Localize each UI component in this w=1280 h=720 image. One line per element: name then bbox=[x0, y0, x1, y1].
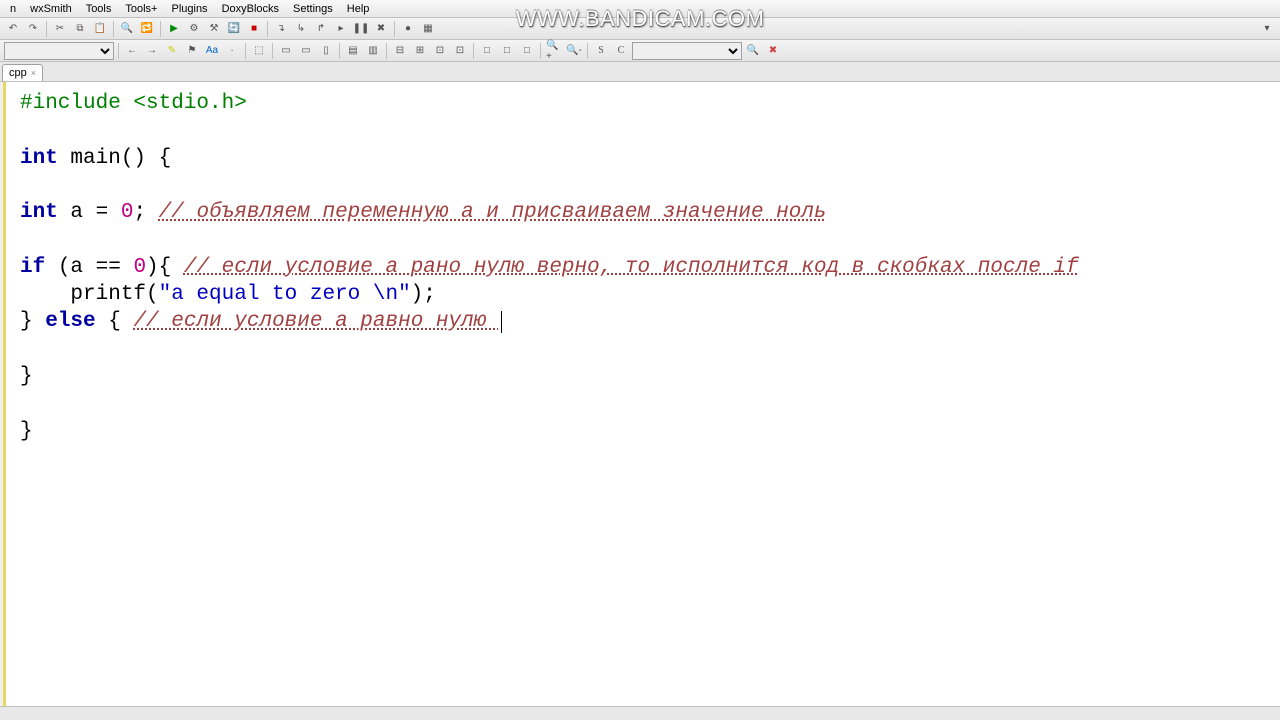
tab-bar: cpp × bbox=[0, 62, 1280, 82]
search-icon[interactable]: 🔍 bbox=[744, 42, 762, 60]
zoom-in-icon[interactable]: 🔍+ bbox=[545, 42, 563, 60]
menu-item-toolsplus[interactable]: Tools+ bbox=[119, 2, 163, 16]
paste-icon[interactable]: 📋 bbox=[91, 20, 109, 38]
stop-icon[interactable]: ■ bbox=[245, 20, 263, 38]
settings-icon[interactable]: ✖ bbox=[764, 42, 782, 60]
bookmark-icon[interactable]: ⚑ bbox=[183, 42, 201, 60]
undo-icon[interactable]: ↶ bbox=[4, 20, 22, 38]
menu-item-tools[interactable]: Tools bbox=[80, 2, 118, 16]
find-icon[interactable]: 🔍 bbox=[118, 20, 136, 38]
code-kw-int1: int bbox=[20, 147, 58, 170]
code-area[interactable]: #include <stdio.h> int main() { int a = … bbox=[0, 82, 1280, 453]
menu-item-wxsmith[interactable]: wxSmith bbox=[24, 2, 78, 16]
zoom-out-icon[interactable]: 🔍- bbox=[565, 42, 583, 60]
menu-item-plugins[interactable]: Plugins bbox=[165, 2, 213, 16]
highlight-icon[interactable]: ✎ bbox=[163, 42, 181, 60]
replace-icon[interactable]: 🔁 bbox=[138, 20, 156, 38]
code-editor[interactable]: #include <stdio.h> int main() { int a = … bbox=[0, 82, 1280, 706]
box1-icon[interactable]: □ bbox=[478, 42, 496, 60]
code-kw-else: else bbox=[45, 310, 95, 333]
code-line-13: } bbox=[20, 420, 33, 443]
step-out-icon[interactable]: ↱ bbox=[312, 20, 330, 38]
cut-icon[interactable]: ✂ bbox=[51, 20, 69, 38]
code-line-11: } bbox=[20, 365, 33, 388]
block-comment-icon[interactable]: ▯ bbox=[317, 42, 335, 60]
menu-item-0[interactable]: n bbox=[4, 2, 22, 16]
window-icon[interactable]: ▦ bbox=[419, 20, 437, 38]
match-icon[interactable]: ∙ bbox=[223, 42, 241, 60]
code-string: "a equal to zero \n" bbox=[159, 283, 411, 306]
tab-close-icon[interactable]: × bbox=[31, 68, 36, 78]
rebuild-icon[interactable]: 🔄 bbox=[225, 20, 243, 38]
code-kw-if: if bbox=[20, 256, 45, 279]
build-run-icon[interactable]: ⚙ bbox=[185, 20, 203, 38]
build-icon[interactable]: ⚒ bbox=[205, 20, 223, 38]
select-icon[interactable]: ⬚ bbox=[250, 42, 268, 60]
code-kw-int2: int bbox=[20, 201, 58, 224]
dropdown-icon[interactable]: ▾ bbox=[1258, 20, 1276, 38]
code-line-1: #include <stdio.h> bbox=[20, 92, 247, 115]
menu-item-doxyblocks[interactable]: DoxyBlocks bbox=[216, 2, 285, 16]
menu-item-help[interactable]: Help bbox=[341, 2, 376, 16]
code-comment-1: // объявляем переменную а и присваиваем … bbox=[159, 201, 827, 224]
status-bar bbox=[0, 706, 1280, 720]
box3-icon[interactable]: □ bbox=[518, 42, 536, 60]
symbol-select[interactable] bbox=[632, 42, 742, 60]
unfold-all-icon[interactable]: ⊡ bbox=[451, 42, 469, 60]
fold-icon[interactable]: ⊟ bbox=[391, 42, 409, 60]
file-tab[interactable]: cpp × bbox=[2, 64, 43, 81]
toolbar-2: ← → ✎ ⚑ Aa ∙ ⬚ ▭ ▭ ▯ ▤ ▥ ⊟ ⊞ ⊡ ⊡ □ □ □ 🔍… bbox=[0, 40, 1280, 62]
step-over-icon[interactable]: ↴ bbox=[272, 20, 290, 38]
comment-icon[interactable]: ▭ bbox=[277, 42, 295, 60]
c-icon[interactable]: C bbox=[612, 42, 630, 60]
copy-icon[interactable]: ⧉ bbox=[71, 20, 89, 38]
unfold-icon[interactable]: ⊞ bbox=[411, 42, 429, 60]
toggle-breakpoint-icon[interactable]: ● bbox=[399, 20, 417, 38]
pause-icon[interactable]: ❚❚ bbox=[352, 20, 370, 38]
indent-icon[interactable]: ▤ bbox=[344, 42, 362, 60]
continue-icon[interactable]: ▸ bbox=[332, 20, 350, 38]
run-icon[interactable]: ▶ bbox=[165, 20, 183, 38]
menu-item-settings[interactable]: Settings bbox=[287, 2, 339, 16]
menubar: n wxSmith Tools Tools+ Plugins DoxyBlock… bbox=[0, 0, 1280, 18]
stop-debug-icon[interactable]: ✖ bbox=[372, 20, 390, 38]
code-comment-3: // если условие а равно нулю bbox=[133, 310, 498, 333]
unindent-icon[interactable]: ▥ bbox=[364, 42, 382, 60]
back-icon[interactable]: ← bbox=[123, 42, 141, 60]
target-select[interactable] bbox=[4, 42, 114, 60]
fold-all-icon[interactable]: ⊡ bbox=[431, 42, 449, 60]
change-gutter bbox=[0, 82, 6, 706]
code-line-3: main() { bbox=[58, 147, 171, 170]
box2-icon[interactable]: □ bbox=[498, 42, 516, 60]
step-into-icon[interactable]: ↳ bbox=[292, 20, 310, 38]
redo-icon[interactable]: ↷ bbox=[24, 20, 42, 38]
file-tab-label: cpp bbox=[9, 67, 27, 79]
text-cursor bbox=[501, 311, 502, 333]
uppercase-icon[interactable]: Aa bbox=[203, 42, 221, 60]
uncomment-icon[interactable]: ▭ bbox=[297, 42, 315, 60]
code-comment-2: // если условие а рано нулю верно, то ис… bbox=[184, 256, 1079, 279]
s-icon[interactable]: S bbox=[592, 42, 610, 60]
forward-icon[interactable]: → bbox=[143, 42, 161, 60]
toolbar-1: ↶ ↷ ✂ ⧉ 📋 🔍 🔁 ▶ ⚙ ⚒ 🔄 ■ ↴ ↳ ↱ ▸ ❚❚ ✖ ● ▦… bbox=[0, 18, 1280, 40]
